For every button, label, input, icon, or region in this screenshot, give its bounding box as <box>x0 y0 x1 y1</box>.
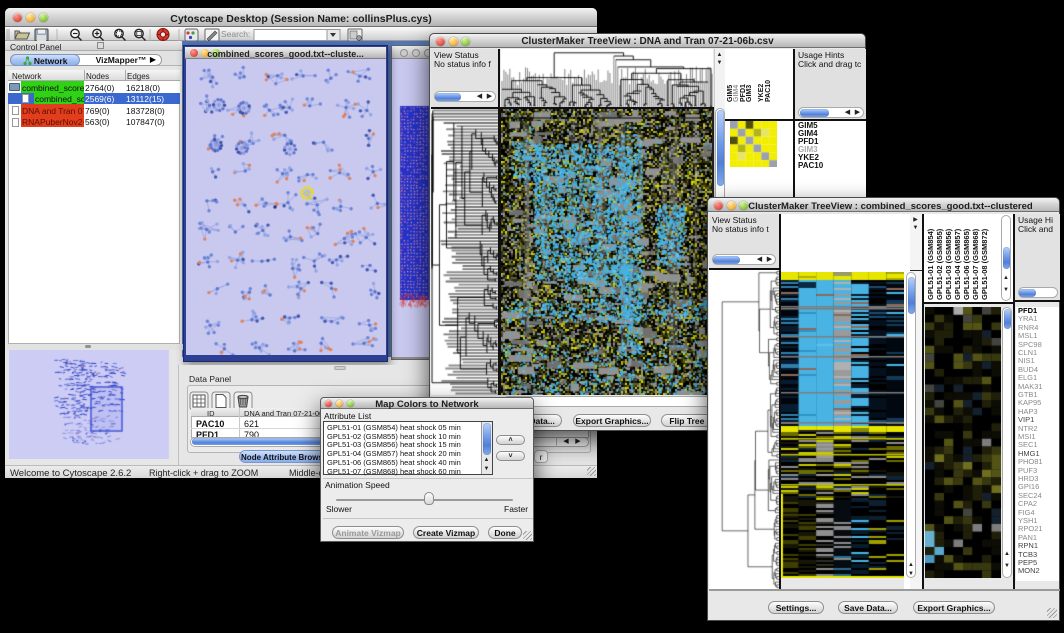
svg-text:Search:: Search: <box>221 29 250 39</box>
